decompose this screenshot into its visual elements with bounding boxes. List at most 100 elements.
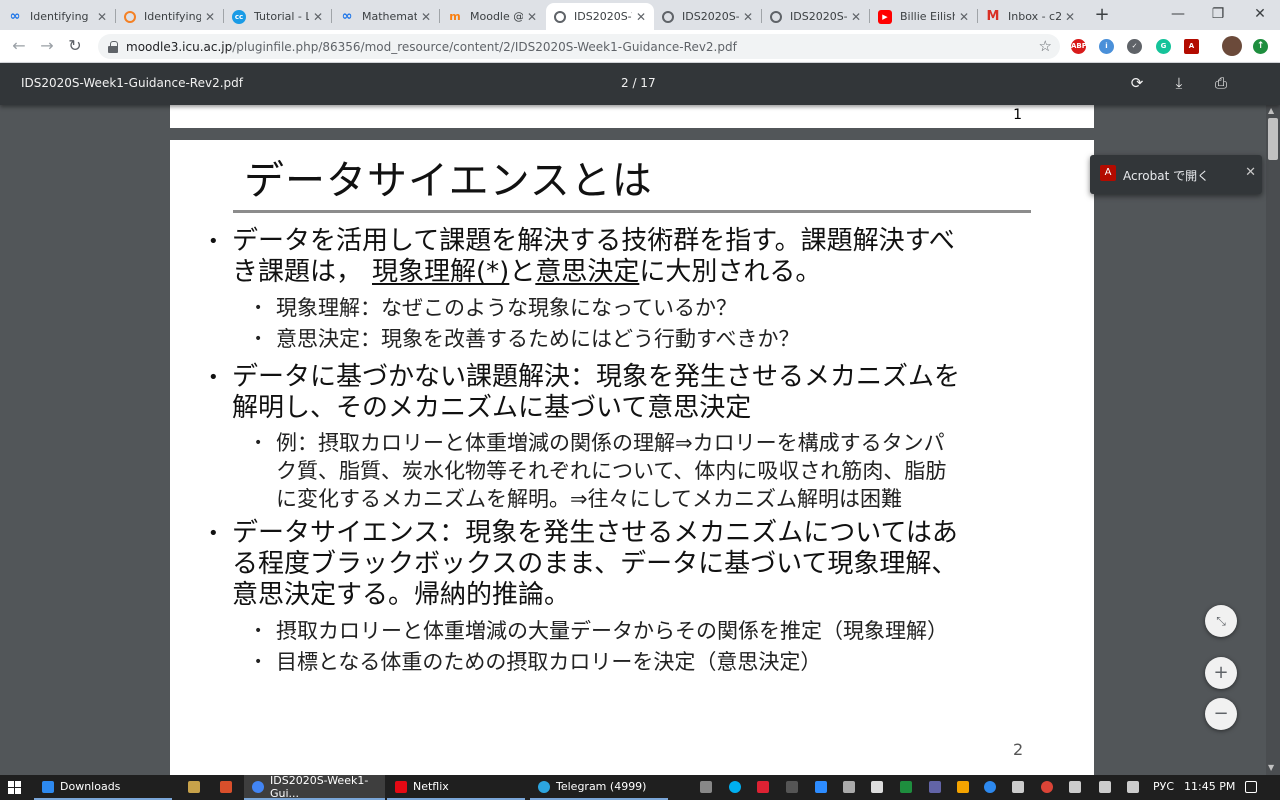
taskbar-netflix[interactable]: Netflix	[387, 775, 525, 800]
bullet-2-line-1: データに基づかない課題解決：現象を発生させるメカニズムを	[232, 362, 961, 392]
wifi-icon[interactable]	[1099, 781, 1111, 793]
browser-tab-active[interactable]: IDS2020S-W ✕	[546, 3, 654, 30]
close-window-button[interactable]: ✕	[1240, 2, 1280, 26]
tray-app-icon[interactable]	[786, 781, 798, 793]
close-icon[interactable]: ✕	[205, 10, 215, 24]
sub-bullet-line: ク質、脂質、炭水化物等それぞれについて、体内に吸収され筋肉、脂肪	[276, 459, 947, 483]
underlined-term: 意思決定	[535, 257, 640, 287]
check-extension-icon[interactable]: ✓	[1127, 39, 1142, 54]
underlined-term: 現象理解(*)	[372, 257, 510, 287]
language-indicator[interactable]: РУС	[1153, 780, 1174, 793]
bluetooth-icon[interactable]	[984, 781, 996, 793]
browser-tab[interactable]: cc Tutorial - L ✕	[224, 3, 331, 30]
browser-tab[interactable]: M Inbox - c2 ✕	[978, 3, 1083, 30]
url-path: /pluginfile.php/86356/mod_resource/conte…	[232, 39, 737, 54]
taskbar-telegram[interactable]: Telegram (4999)	[530, 775, 668, 800]
youtube-icon: ▶	[878, 9, 892, 24]
tab-title: Moodle @	[470, 10, 523, 23]
notifications-icon[interactable]	[1245, 781, 1257, 793]
fit-page-button[interactable]: ⤡	[1205, 605, 1237, 637]
download-icon[interactable]: ⤓	[1170, 74, 1188, 92]
chrome-icon	[252, 780, 264, 793]
tray-app-icon[interactable]	[871, 781, 883, 793]
sub-bullet-text: 現象理解：なぜこのような現象になっているか？	[276, 296, 737, 320]
pdf-page-indicator[interactable]: 2 / 17	[621, 76, 656, 90]
zoom-out-button[interactable]: −	[1205, 698, 1237, 730]
close-icon[interactable]: ✕	[1065, 10, 1075, 24]
app-icon[interactable]	[220, 781, 232, 793]
infinity-icon: ∞	[341, 9, 353, 24]
sub-bullet: • 摂取カロリーと体重増減の大量データからその関係を推定（現象理解）	[254, 619, 948, 643]
pdf-page-2: データサイエンスとは • データを活用して課題を解決する技術群を指す。課題解決す…	[170, 140, 1094, 775]
bullet-1: • データを活用して課題を解決する技術群を指す。課題解決すべ き課題は， 現象理解…	[208, 226, 1032, 288]
tab-title: IDS2020S-W	[790, 10, 847, 23]
pdf-scrollbar[interactable]	[1266, 105, 1280, 775]
windows-start-icon[interactable]	[8, 781, 22, 795]
close-icon[interactable]: ✕	[421, 10, 431, 24]
bullet-3-line-2: る程度ブラックボックスのまま、データに基づいて現象理解、	[232, 549, 958, 579]
bullet-3-line-3: 意思決定する。帰納的推論。	[232, 580, 571, 610]
scroll-thumb[interactable]	[1268, 118, 1278, 160]
close-icon[interactable]: ✕	[1245, 165, 1256, 180]
close-icon[interactable]: ✕	[527, 10, 537, 24]
pen-icon[interactable]	[1127, 781, 1139, 793]
forward-button[interactable]: →	[36, 36, 58, 56]
bullet-1-text: に大別される。	[639, 257, 822, 287]
volume-icon[interactable]	[1012, 781, 1024, 793]
grammarly-extension-icon[interactable]: G	[1156, 39, 1171, 54]
close-icon[interactable]: ✕	[743, 10, 753, 24]
scroll-down-icon[interactable]: ▼	[1268, 763, 1274, 772]
restore-button[interactable]: ❐	[1198, 2, 1238, 26]
bookmark-star-icon[interactable]: ☆	[1039, 37, 1052, 55]
tray-app-icon[interactable]	[700, 781, 712, 793]
tab-title: IDS2020S-W	[574, 10, 632, 23]
info-extension-icon[interactable]: i	[1099, 39, 1114, 54]
skype-icon[interactable]	[729, 781, 741, 793]
close-icon[interactable]: ✕	[636, 10, 646, 24]
print-icon[interactable]: ⎙	[1212, 74, 1230, 92]
close-icon[interactable]: ✕	[97, 10, 107, 24]
update-arrow-icon[interactable]: ↑	[1253, 39, 1268, 54]
telegram-icon	[538, 780, 550, 793]
clock[interactable]: 11:45 PM	[1184, 780, 1235, 793]
chrome-tray-icon[interactable]	[1041, 781, 1053, 793]
lock-icon	[108, 40, 118, 53]
zoom-in-button[interactable]: +	[1205, 657, 1237, 689]
close-icon[interactable]: ✕	[959, 10, 969, 24]
shield-icon[interactable]	[900, 781, 912, 793]
acrobat-extension-icon[interactable]: A	[1184, 39, 1199, 54]
tray-app-icon[interactable]	[757, 781, 769, 793]
zoom-icon[interactable]	[815, 781, 827, 793]
close-icon[interactable]: ✕	[313, 10, 323, 24]
address-bar[interactable]: moodle3.icu.ac.jp/pluginfile.php/86356/m…	[98, 34, 1060, 59]
rotate-icon[interactable]: ⟳	[1128, 74, 1146, 92]
bullet-3: • データサイエンス：現象を発生させるメカニズムについてはあ る程度ブラックボッ…	[208, 518, 1032, 611]
browser-tab[interactable]: m Moodle @ ✕	[440, 3, 545, 30]
teams-icon[interactable]	[929, 781, 941, 793]
taskbar-chrome[interactable]: IDS2020S-Week1-Gui...	[244, 774, 385, 800]
browser-tab[interactable]: Identifying ✕	[116, 3, 223, 30]
battery-icon[interactable]	[1069, 781, 1081, 793]
netflix-icon	[395, 780, 407, 793]
open-in-acrobat-popup[interactable]: A Acrobat で開く ✕	[1090, 155, 1262, 194]
scroll-up-icon[interactable]: ▲	[1268, 106, 1274, 115]
tab-title: IDS2020S-W	[682, 10, 739, 23]
profile-avatar[interactable]	[1222, 36, 1242, 56]
new-tab-button[interactable]: +	[1092, 4, 1112, 26]
taskbar-downloads[interactable]: Downloads	[34, 775, 172, 800]
sub-bullet: • 例：摂取カロリーと体重増減の関係の理解⇒カロリーを構成するタンパ ク質、脂質…	[254, 429, 1036, 513]
tray-app-icon[interactable]	[957, 781, 969, 793]
acrobat-label[interactable]: Acrobat で開く	[1123, 167, 1209, 184]
browser-tab[interactable]: IDS2020S-W ✕	[762, 3, 869, 30]
browser-tab[interactable]: ∞ Mathemati ✕	[332, 3, 439, 30]
browser-tab[interactable]: IDS2020S-W ✕	[654, 3, 761, 30]
minimize-button[interactable]: —	[1158, 2, 1198, 26]
browser-tab[interactable]: ∞ Identifying ✕	[0, 3, 115, 30]
adblock-extension-icon[interactable]: ABP	[1071, 39, 1087, 54]
store-icon[interactable]	[188, 781, 200, 793]
browser-tab[interactable]: ▶ Billie Eilish ✕	[870, 3, 977, 30]
tray-app-icon[interactable]	[843, 781, 855, 793]
close-icon[interactable]: ✕	[851, 10, 861, 24]
reload-button[interactable]: ↻	[64, 36, 86, 56]
back-button[interactable]: ←	[8, 36, 30, 56]
